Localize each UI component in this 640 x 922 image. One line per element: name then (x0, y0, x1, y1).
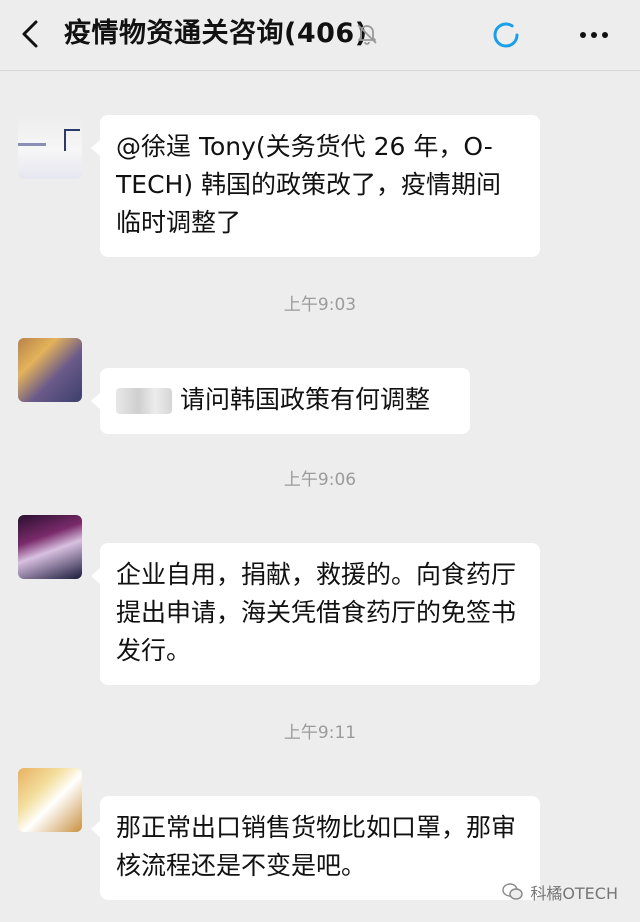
avatar-blur (18, 143, 46, 146)
message-text: 那正常出口销售货物比如口罩，那审核流程还是不变是吧。 (116, 813, 517, 880)
watermark-text: 科橘OTECH (530, 884, 618, 903)
chat-header: 疫情物资通关咨询(406) (0, 0, 640, 71)
avatar-blur (64, 129, 80, 151)
watermark: 科橘OTECH (502, 880, 618, 904)
timestamp: 上午9:06 (283, 470, 357, 490)
chevron-left-icon (22, 20, 38, 48)
wechat-logo-icon (502, 883, 524, 900)
message-bubble[interactable]: 企业自用，捐献，救援的。向食药厅提出申请，海关凭借食药厅的免签书发行。 (91, 543, 540, 685)
message-bubble[interactable]: 请问韩国政策有何调整 (91, 368, 470, 434)
masked-mention (116, 388, 172, 414)
chat-title: 疫情物资通关咨询(406) (64, 18, 368, 49)
avatar[interactable] (18, 115, 82, 179)
timestamp: 上午9:11 (283, 723, 357, 743)
back-button[interactable] (14, 16, 50, 52)
message-text: 企业自用，捐献，救援的。向食药厅提出申请，海关凭借食药厅的免签书发行。 (116, 560, 517, 665)
avatar[interactable] (18, 515, 82, 579)
message-bubble[interactable]: @徐逞 Tony(关务货代 26 年，O-TECH) 韩国的政策改了，疫情期间临… (91, 115, 540, 257)
avatar[interactable] (18, 768, 82, 832)
message-bubble[interactable]: 那正常出口销售货物比如口罩，那审核流程还是不变是吧。 (91, 796, 540, 900)
more-button[interactable] (576, 20, 612, 50)
message-text: @徐逞 Tony(关务货代 26 年，O-TECH) 韩国的政策改了，疫情期间临… (116, 132, 502, 237)
loading-ring-icon (493, 22, 519, 48)
message-text: 请问韩国政策有何调整 (180, 385, 431, 414)
timestamp: 上午9:03 (283, 295, 357, 315)
avatar[interactable] (18, 338, 82, 402)
more-dots-icon (580, 32, 608, 38)
bell-muted-icon (357, 24, 377, 45)
